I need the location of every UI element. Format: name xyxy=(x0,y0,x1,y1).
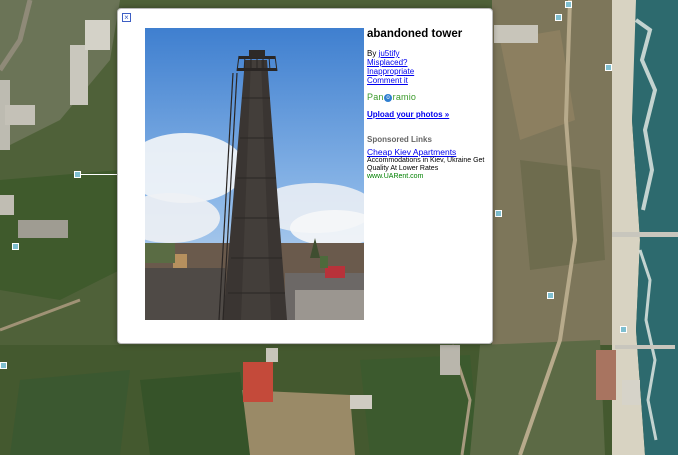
misplaced-link[interactable]: Misplaced? xyxy=(367,58,485,67)
comment-link[interactable]: Comment it xyxy=(367,76,485,85)
photo-marker[interactable] xyxy=(555,14,562,21)
photo-marker[interactable] xyxy=(495,210,502,217)
photo-marker[interactable] xyxy=(565,1,572,8)
logo-text-start: Pan xyxy=(367,92,384,102)
photo-marker[interactable] xyxy=(620,326,627,333)
marker-leader-line xyxy=(80,174,118,175)
info-window: × abandoned tower By ju5tify Misplaced? … xyxy=(117,8,493,344)
author-prefix: By xyxy=(367,49,377,58)
photo-thumbnail[interactable] xyxy=(145,28,364,320)
sponsored-heading: Sponsored Links xyxy=(367,135,432,144)
ad-title-link[interactable]: Cheap Kiev Apartments xyxy=(367,148,485,157)
photo-marker[interactable] xyxy=(0,362,7,369)
author-link[interactable]: ju5tify xyxy=(379,49,400,58)
photo-title: abandoned tower xyxy=(367,28,463,40)
panoramio-logo[interactable]: Pan o ramio xyxy=(367,93,485,102)
photo-marker[interactable] xyxy=(605,64,612,71)
logo-o: o xyxy=(384,93,393,102)
close-icon[interactable]: × xyxy=(122,13,131,22)
author-line: By ju5tify xyxy=(367,49,485,58)
photo-marker[interactable] xyxy=(74,171,81,178)
photo-marker[interactable] xyxy=(547,292,554,299)
tower-photo xyxy=(145,28,364,320)
ad-description: Accommodations in Kiev, Ukraine Get Qual… xyxy=(367,157,485,172)
upload-photos-link[interactable]: Upload your photos » xyxy=(367,110,485,119)
ad-url[interactable]: www.UARent.com xyxy=(367,173,485,181)
inappropriate-link[interactable]: Inappropriate xyxy=(367,67,485,76)
logo-text-end: ramio xyxy=(392,92,417,102)
photo-info: abandoned tower By ju5tify Misplaced? In… xyxy=(367,28,485,181)
photo-marker[interactable] xyxy=(12,243,19,250)
